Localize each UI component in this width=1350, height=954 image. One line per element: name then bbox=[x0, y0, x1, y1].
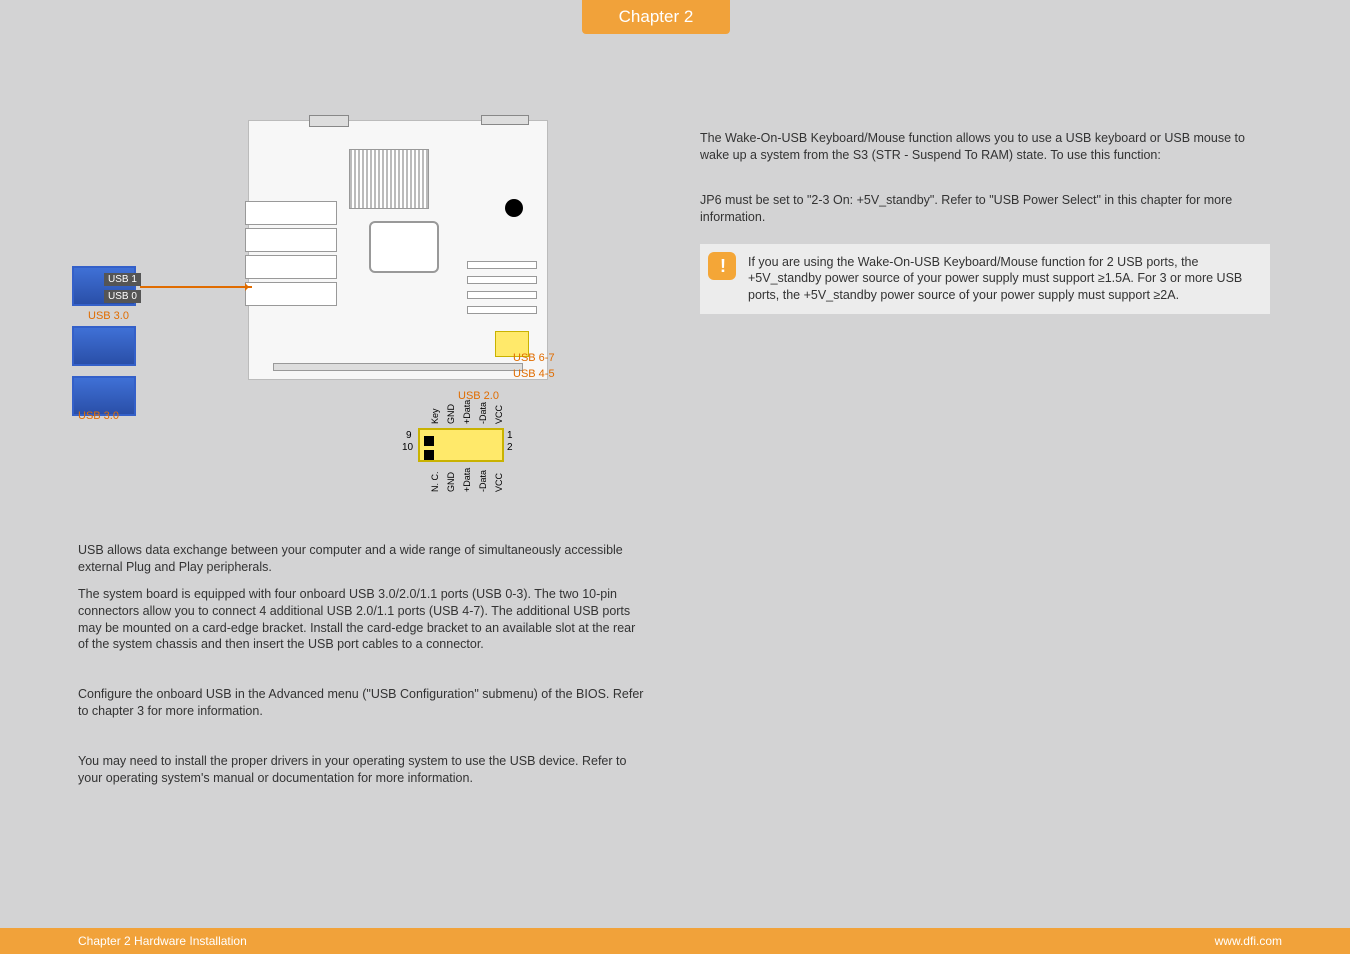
board-connector bbox=[481, 115, 529, 125]
board-outline bbox=[248, 120, 548, 380]
expansion-slot bbox=[467, 261, 537, 269]
footer-right: www.dfi.com bbox=[1215, 928, 1282, 954]
footer-left: Chapter 2 Hardware Installation bbox=[78, 928, 247, 954]
pin-header-detail: 9 10 1 2 Key GND +Data -Data VCC N. C. G… bbox=[364, 410, 544, 488]
pin-label: VCC bbox=[494, 473, 504, 492]
pin-label: -Data bbox=[478, 470, 488, 492]
label-usb45: USB 4-5 bbox=[513, 368, 555, 380]
note-text: If you are using the Wake-On-USB Keyboar… bbox=[748, 255, 1242, 303]
pin-label: Key bbox=[430, 408, 440, 424]
label-usb1: USB 1 bbox=[104, 273, 141, 286]
pin-number: 1 bbox=[507, 430, 513, 441]
cpu-socket bbox=[349, 149, 429, 209]
pin-label: +Data bbox=[462, 468, 472, 492]
motherboard-diagram: USB 1 USB 0 USB 3.0 USB 3.0 USB 6-7 USB … bbox=[78, 120, 588, 490]
expansion-slot bbox=[467, 306, 537, 314]
bios-setting-text: Configure the onboard USB in the Advance… bbox=[78, 686, 648, 720]
expansion-slot bbox=[467, 291, 537, 299]
jumper-setting-text: JP6 must be set to "2-3 On: +5V_standby"… bbox=[700, 192, 1270, 226]
intro-paragraph-1: USB allows data exchange between your co… bbox=[78, 542, 648, 576]
label-usb0: USB 0 bbox=[104, 290, 141, 303]
page-footer: Chapter 2 Hardware Installation www.dfi.… bbox=[0, 928, 1350, 954]
wake-on-usb-text: The Wake-On-USB Keyboard/Mouse function … bbox=[700, 130, 1270, 164]
pin-label: VCC bbox=[494, 405, 504, 424]
pin-label: +Data bbox=[462, 400, 472, 424]
pin-label: N. C. bbox=[430, 471, 440, 492]
coin-battery bbox=[505, 199, 523, 217]
expansion-slot bbox=[467, 276, 537, 284]
label-usb67: USB 6-7 bbox=[513, 352, 555, 364]
chapter-tab: Chapter 2 bbox=[582, 0, 730, 34]
dimm-slots bbox=[273, 363, 523, 371]
page: Chapter 2 bbox=[0, 0, 1350, 954]
intro-paragraph-2: The system board is equipped with four o… bbox=[78, 586, 648, 654]
board-connector bbox=[309, 115, 349, 127]
pin-label: -Data bbox=[478, 402, 488, 424]
label-usb30: USB 3.0 bbox=[78, 410, 119, 422]
right-column: The Wake-On-USB Keyboard/Mouse function … bbox=[700, 130, 1270, 314]
pin-label: GND bbox=[446, 472, 456, 492]
important-note: If you are using the Wake-On-USB Keyboar… bbox=[700, 244, 1270, 315]
arrow-icon bbox=[140, 286, 252, 288]
pin-number: 9 bbox=[406, 430, 412, 441]
chipset bbox=[369, 221, 439, 273]
usb-port-icon bbox=[72, 326, 136, 366]
driver-install-text: You may need to install the proper drive… bbox=[78, 753, 648, 787]
pin-number: 2 bbox=[507, 442, 513, 453]
label-usb30: USB 3.0 bbox=[88, 310, 129, 322]
rear-io-block bbox=[245, 201, 337, 329]
pin-number: 10 bbox=[402, 442, 413, 453]
pin-label: GND bbox=[446, 404, 456, 424]
left-column: USB 1 USB 0 USB 3.0 USB 3.0 USB 6-7 USB … bbox=[78, 120, 648, 799]
